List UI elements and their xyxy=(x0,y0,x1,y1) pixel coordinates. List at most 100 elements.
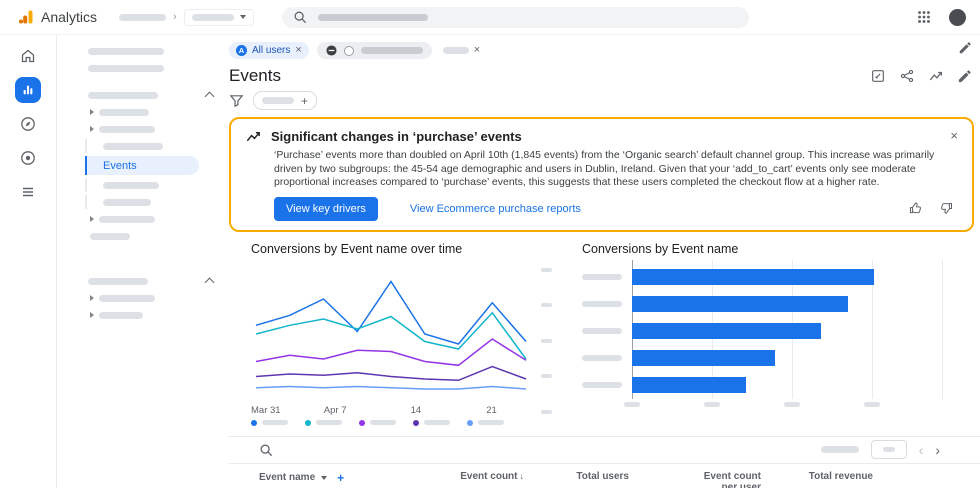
table-search-icon[interactable] xyxy=(259,443,273,457)
column-header-total-users[interactable]: Total users xyxy=(524,471,629,482)
sidebar-items: Events xyxy=(57,44,229,322)
bar-row xyxy=(582,372,954,399)
legend-item xyxy=(305,419,342,426)
bar[interactable] xyxy=(632,377,746,393)
nav-rail-reports[interactable] xyxy=(15,77,41,103)
add-filter-chip[interactable]: + xyxy=(253,91,318,110)
sidebar-item-redacted[interactable] xyxy=(57,274,229,288)
line-chart-legend xyxy=(251,419,531,426)
edit-icon[interactable] xyxy=(957,69,972,84)
bar[interactable] xyxy=(632,269,875,285)
comparison-chip[interactable] xyxy=(316,42,432,59)
line-series-event-series-4[interactable] xyxy=(255,365,527,381)
next-page-button[interactable]: › xyxy=(935,443,940,457)
filter-funnel-icon[interactable] xyxy=(229,93,244,108)
legend-dot-icon xyxy=(413,419,419,426)
bar-chart-plot[interactable] xyxy=(582,259,954,399)
goto-page-box[interactable] xyxy=(870,440,907,459)
legend-label-redacted xyxy=(370,420,396,425)
nav-rail-home[interactable] xyxy=(15,43,41,69)
sidebar-item-redacted[interactable] xyxy=(57,44,229,58)
sidebar-label-redacted xyxy=(90,232,130,240)
bar-row xyxy=(582,318,954,345)
legend-label-redacted xyxy=(424,420,450,425)
remove-chip-icon[interactable]: × xyxy=(474,45,480,56)
sidebar-item-redacted[interactable] xyxy=(57,105,229,119)
thumb-up-icon[interactable] xyxy=(908,201,923,216)
nav-rail-admin[interactable] xyxy=(15,179,41,205)
account-name-redacted xyxy=(119,13,167,21)
expand-icon[interactable] xyxy=(90,216,94,222)
x-tick-label: Mar 31 xyxy=(251,404,281,416)
page-title-row: Events xyxy=(229,66,980,86)
nav-rail-advertising[interactable] xyxy=(15,145,41,171)
chevron-down-icon[interactable] xyxy=(321,475,328,480)
bar[interactable] xyxy=(632,296,848,312)
share-icon[interactable] xyxy=(899,68,915,84)
topbar: Analytics › xyxy=(0,0,980,35)
thumb-down-icon[interactable] xyxy=(939,201,954,216)
sidebar-item-redacted[interactable] xyxy=(57,88,229,102)
all-users-chip[interactable]: A All users × xyxy=(229,42,309,59)
add-dimension-button[interactable]: + xyxy=(337,471,344,485)
property-selector[interactable] xyxy=(183,8,254,26)
line-series-event-series-5[interactable] xyxy=(255,385,527,390)
column-header-event-count-per-user[interactable]: Event count per user xyxy=(629,471,761,488)
collapse-icon[interactable] xyxy=(204,277,215,288)
column-header-event-name[interactable]: Event name + xyxy=(259,471,434,485)
line-chart[interactable] xyxy=(251,264,531,399)
sidebar-item-redacted[interactable] xyxy=(57,308,229,322)
bar[interactable] xyxy=(632,323,821,339)
audience-avatar-icon: A xyxy=(236,45,247,56)
property-name-redacted xyxy=(191,13,234,21)
rows-per-page-redacted[interactable] xyxy=(820,446,859,453)
sidebar-label-redacted xyxy=(88,277,148,285)
search-icon xyxy=(294,11,306,24)
view-ecommerce-reports-link[interactable]: View Ecommerce purchase reports xyxy=(404,202,587,216)
comparison-chips-row: A All users × × xyxy=(229,41,980,60)
x-tick-label-redacted xyxy=(703,401,720,407)
expand-icon[interactable] xyxy=(90,295,94,301)
customize-report-icon[interactable] xyxy=(870,68,886,84)
sidebar-item-redacted[interactable] xyxy=(57,61,229,75)
avatar[interactable] xyxy=(949,8,966,26)
sidebar-item-redacted[interactable] xyxy=(85,195,229,209)
column-header-event-count[interactable]: Event count ↓ xyxy=(434,471,524,482)
close-icon[interactable]: × xyxy=(950,128,958,143)
expand-icon[interactable] xyxy=(90,126,94,132)
y-tick-label-redacted xyxy=(541,267,552,272)
sidebar-label-redacted xyxy=(88,91,158,99)
expand-icon[interactable] xyxy=(90,312,94,318)
column-header-total-revenue[interactable]: Total revenue xyxy=(761,471,873,482)
app-logo[interactable]: Analytics xyxy=(18,9,97,25)
apps-grid-icon[interactable] xyxy=(916,9,932,25)
sidebar-item-redacted[interactable] xyxy=(85,139,229,153)
sidebar-item-redacted[interactable] xyxy=(57,212,229,226)
legend-label-redacted xyxy=(316,420,342,425)
sidebar-item-redacted[interactable] xyxy=(57,122,229,136)
line-series-event-series-1[interactable] xyxy=(255,279,527,345)
main-content: A All users × × Events + Significant cha… xyxy=(229,35,980,488)
sidebar-item-redacted[interactable] xyxy=(57,291,229,305)
sidebar-item-redacted[interactable] xyxy=(85,178,229,192)
insights-icon[interactable] xyxy=(928,68,944,84)
line-series-event-series-3[interactable] xyxy=(255,337,527,366)
remove-chip-icon[interactable]: × xyxy=(295,45,301,56)
x-tick-label-redacted xyxy=(783,401,800,407)
edit-comparisons-button[interactable] xyxy=(958,41,972,60)
sidebar-item-redacted[interactable] xyxy=(57,229,229,243)
legend-item xyxy=(413,419,450,426)
bar[interactable] xyxy=(632,350,775,366)
expand-icon[interactable] xyxy=(90,109,94,115)
account-property-selector[interactable]: › xyxy=(119,8,254,26)
previous-page-button[interactable]: ‹ xyxy=(919,443,924,457)
collapse-icon[interactable] xyxy=(204,91,215,102)
view-key-drivers-button[interactable]: View key drivers xyxy=(274,196,378,221)
nav-rail-explore[interactable] xyxy=(15,111,41,137)
secondary-comparison-chip[interactable]: × xyxy=(440,42,483,59)
bar-chart-card: Conversions by Event name xyxy=(582,242,954,426)
sidebar-item-events[interactable]: Events xyxy=(85,156,199,175)
radio-ring-icon xyxy=(343,45,354,56)
search-bar[interactable] xyxy=(281,6,749,28)
legend-item xyxy=(251,419,288,426)
